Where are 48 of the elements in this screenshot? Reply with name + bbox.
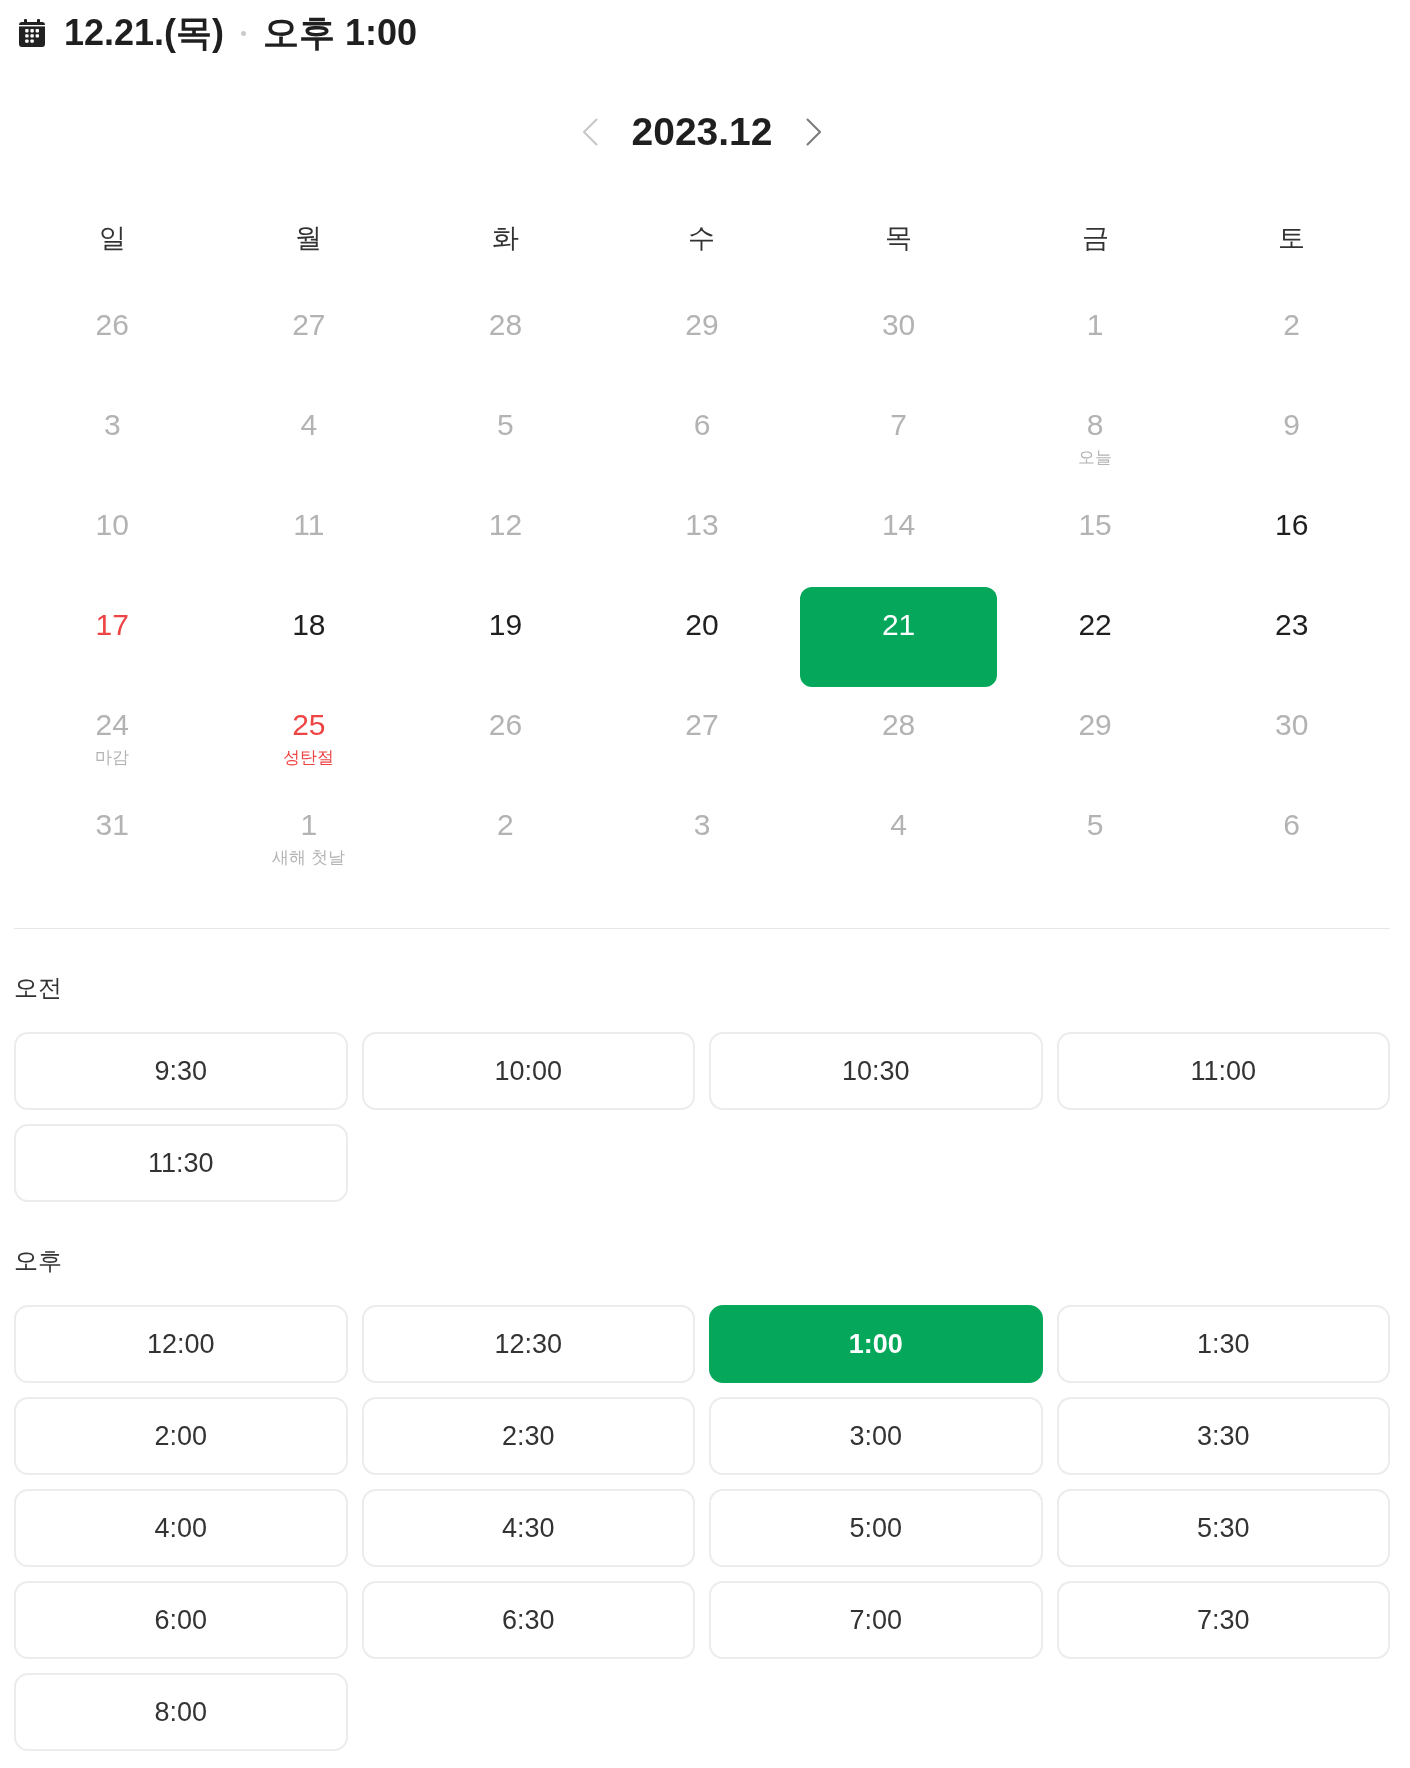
time-slot-button[interactable]: 5:30 xyxy=(1056,1489,1390,1567)
selected-date: 12.21.(목) xyxy=(64,12,225,54)
calendar-day[interactable]: 21 xyxy=(800,587,997,687)
period-label: 오후 xyxy=(14,1246,62,1276)
calendar-day[interactable]: 20 xyxy=(679,604,725,642)
time-slot-button[interactable]: 1:30 xyxy=(1056,1305,1390,1383)
time-slot-button[interactable]: 8:00 xyxy=(14,1673,348,1751)
time-slot-button[interactable]: 11:00 xyxy=(1056,1032,1390,1110)
calendar-day[interactable]: 22 xyxy=(1072,604,1118,642)
selected-time: 오후 1:00 xyxy=(263,12,418,54)
weekday-label: 금 xyxy=(1081,222,1109,254)
time-slot-button[interactable]: 2:00 xyxy=(14,1397,348,1475)
time-slot-button[interactable]: 7:00 xyxy=(709,1581,1043,1659)
calendar-day[interactable]: 19 xyxy=(482,604,529,642)
time-slot-button[interactable]: 3:30 xyxy=(1056,1397,1390,1475)
calendar-icon xyxy=(18,19,46,47)
time-slot-button[interactable]: 4:00 xyxy=(14,1489,348,1567)
weekday-label: 목 xyxy=(885,222,913,254)
next-month-button[interactable] xyxy=(806,118,823,146)
calendar-day[interactable]: 17 xyxy=(89,604,135,642)
weekday-label: 화 xyxy=(491,222,519,254)
weekday-label: 월 xyxy=(295,222,323,254)
time-slot-button[interactable]: 6:00 xyxy=(14,1581,348,1659)
time-slot-button[interactable]: 3:00 xyxy=(709,1397,1043,1475)
time-slot-button[interactable]: 11:30 xyxy=(14,1124,348,1202)
time-slot-button[interactable]: 5:00 xyxy=(709,1489,1043,1567)
weekday-label: 수 xyxy=(688,222,716,254)
time-slot-button[interactable]: 1:00 xyxy=(709,1305,1043,1383)
month-title: 2023.12 xyxy=(631,109,773,155)
time-slot-button[interactable]: 10:00 xyxy=(361,1032,695,1110)
calendar-day[interactable]: 23 xyxy=(1269,604,1315,642)
time-slot-button[interactable]: 10:30 xyxy=(709,1032,1043,1110)
weekday-label: 일 xyxy=(98,222,126,254)
time-slot-button[interactable]: 2:30 xyxy=(361,1397,695,1475)
chevron-left-icon xyxy=(581,118,598,146)
chevron-right-icon xyxy=(806,118,823,146)
calendar-day[interactable]: 25 성탄절 xyxy=(277,704,341,768)
time-slot-button[interactable]: 6:30 xyxy=(361,1581,695,1659)
period-label: 오전 xyxy=(14,973,62,1003)
time-slot-button[interactable]: 12:30 xyxy=(361,1305,695,1383)
time-slot-button[interactable]: 7:30 xyxy=(1056,1581,1390,1659)
calendar-day[interactable]: 18 xyxy=(286,604,332,642)
weekday-label: 토 xyxy=(1278,222,1306,254)
time-slot-button[interactable]: 4:30 xyxy=(361,1489,695,1567)
calendar-day[interactable]: 16 xyxy=(1269,504,1315,542)
separator-dot-icon xyxy=(241,30,247,36)
time-slot-button[interactable]: 9:30 xyxy=(14,1032,348,1110)
time-slot-button[interactable]: 12:00 xyxy=(14,1305,348,1383)
